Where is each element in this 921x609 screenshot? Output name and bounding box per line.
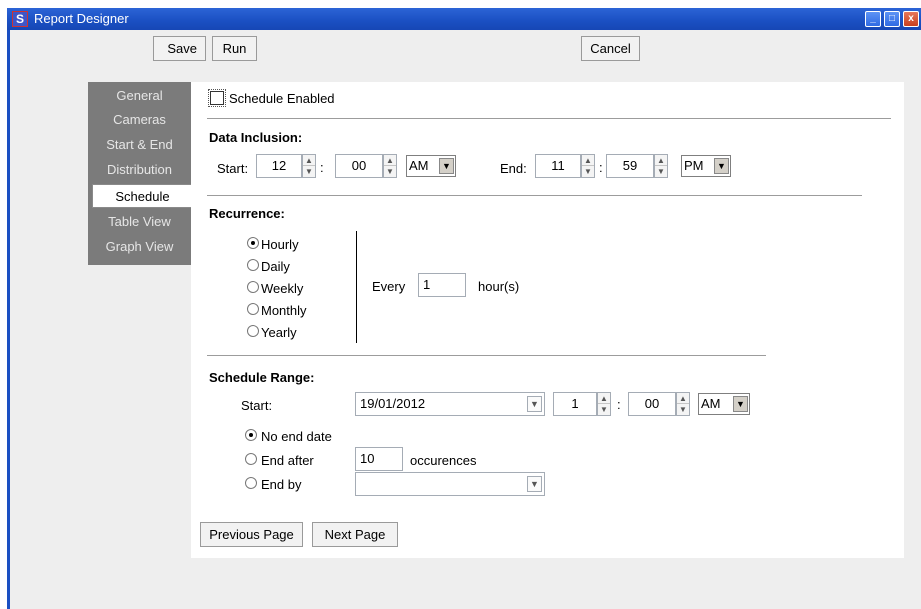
every-input[interactable]: 1 bbox=[418, 273, 466, 297]
close-button[interactable]: x bbox=[903, 11, 919, 27]
start-hour-spinner[interactable]: ▲ ▼ bbox=[302, 154, 316, 178]
recurrence-title: Recurrence: bbox=[209, 206, 285, 221]
data-inclusion-end-ampm[interactable]: PM ▼ bbox=[681, 155, 731, 177]
spin-down-icon[interactable]: ▼ bbox=[303, 166, 315, 177]
maximize-button[interactable]: □ bbox=[884, 11, 900, 27]
next-page-button[interactable]: Next Page bbox=[312, 522, 398, 547]
radio-hourly[interactable] bbox=[247, 237, 259, 249]
radio-label-end-after: End after bbox=[261, 453, 314, 468]
recurrence-separator bbox=[356, 231, 357, 343]
app-icon: S bbox=[12, 11, 28, 27]
ampm-value: AM bbox=[701, 396, 721, 411]
radio-label-daily: Daily bbox=[261, 259, 290, 274]
radio-label-weekly: Weekly bbox=[261, 281, 304, 296]
data-inclusion-end-hour[interactable]: 11 bbox=[535, 154, 581, 178]
dropdown-arrow-icon[interactable]: ▼ bbox=[527, 396, 542, 412]
dropdown-arrow-icon[interactable]: ▼ bbox=[439, 158, 454, 174]
spin-down-icon[interactable]: ▼ bbox=[384, 166, 396, 177]
radio-label-no-end-date: No end date bbox=[261, 429, 332, 444]
nav-item-table-view[interactable]: Table View bbox=[88, 210, 191, 234]
spin-down-icon[interactable]: ▼ bbox=[598, 404, 610, 415]
start-minute-spinner[interactable]: ▲ ▼ bbox=[383, 154, 397, 178]
data-inclusion-title: Data Inclusion: bbox=[209, 130, 303, 145]
nav-item-general[interactable]: General bbox=[88, 84, 191, 108]
radio-monthly[interactable] bbox=[247, 303, 259, 315]
radio-end-by[interactable] bbox=[245, 477, 257, 489]
minimize-button[interactable]: _ bbox=[865, 11, 881, 27]
window-title: Report Designer bbox=[34, 11, 129, 26]
radio-label-yearly: Yearly bbox=[261, 325, 297, 340]
radio-label-monthly: Monthly bbox=[261, 303, 307, 318]
dropdown-arrow-icon[interactable]: ▼ bbox=[527, 476, 542, 492]
schedule-range-start-hour[interactable]: 1 bbox=[553, 392, 597, 416]
dropdown-arrow-icon[interactable]: ▼ bbox=[714, 158, 729, 174]
schedule-range-start-minute[interactable]: 00 bbox=[628, 392, 676, 416]
hours-label: hour(s) bbox=[478, 279, 520, 294]
occurrences-label: occurences bbox=[410, 453, 477, 468]
dropdown-arrow-icon[interactable]: ▼ bbox=[733, 396, 748, 412]
spin-down-icon[interactable]: ▼ bbox=[655, 166, 667, 177]
start-date-value: 19/01/2012 bbox=[360, 396, 426, 411]
end-by-date-combo[interactable]: ▼ bbox=[355, 472, 545, 496]
nav-item-graph-view[interactable]: Graph View bbox=[88, 235, 191, 259]
schedule-enabled-label: Schedule Enabled bbox=[229, 91, 335, 106]
divider bbox=[207, 118, 891, 119]
run-button[interactable]: Run bbox=[212, 36, 257, 61]
every-label: Every bbox=[372, 279, 406, 294]
colon-separator: : bbox=[617, 397, 621, 412]
end-after-input[interactable]: 10 bbox=[355, 447, 403, 471]
range-hour-spinner[interactable]: ▲ ▼ bbox=[597, 392, 611, 416]
spin-up-icon[interactable]: ▲ bbox=[303, 155, 315, 166]
ampm-value: PM bbox=[684, 158, 704, 173]
data-inclusion-start-label: Start: bbox=[217, 161, 249, 176]
nav-item-cameras[interactable]: Cameras bbox=[88, 108, 191, 132]
nav-item-start-end[interactable]: Start & End bbox=[88, 133, 191, 157]
data-inclusion-end-label: End: bbox=[500, 161, 527, 176]
schedule-range-title: Schedule Range: bbox=[209, 370, 315, 385]
radio-label-end-by: End by bbox=[261, 477, 302, 492]
spin-up-icon[interactable]: ▲ bbox=[384, 155, 396, 166]
colon-separator: : bbox=[599, 160, 603, 175]
radio-daily[interactable] bbox=[247, 259, 259, 271]
divider bbox=[207, 355, 766, 356]
spin-up-icon[interactable]: ▲ bbox=[677, 393, 689, 404]
nav-item-distribution[interactable]: Distribution bbox=[88, 158, 191, 182]
spin-down-icon[interactable]: ▼ bbox=[677, 404, 689, 415]
schedule-enabled-checkbox[interactable] bbox=[208, 89, 226, 107]
nav-item-schedule[interactable]: Schedule bbox=[92, 184, 192, 208]
colon-separator: : bbox=[320, 160, 324, 175]
radio-end-after[interactable] bbox=[245, 453, 257, 465]
divider bbox=[207, 195, 862, 196]
radio-yearly[interactable] bbox=[247, 325, 259, 337]
range-minute-spinner[interactable]: ▲ ▼ bbox=[676, 392, 690, 416]
end-minute-spinner[interactable]: ▲ ▼ bbox=[654, 154, 668, 178]
spin-up-icon[interactable]: ▲ bbox=[598, 393, 610, 404]
schedule-range-start-ampm[interactable]: AM ▼ bbox=[698, 393, 750, 415]
end-hour-spinner[interactable]: ▲ ▼ bbox=[581, 154, 595, 178]
data-inclusion-start-ampm[interactable]: AM ▼ bbox=[406, 155, 456, 177]
radio-no-end-date[interactable] bbox=[245, 429, 257, 441]
schedule-range-start-label: Start: bbox=[241, 398, 273, 413]
start-date-combo[interactable]: 19/01/2012 ▼ bbox=[355, 392, 545, 416]
ampm-value: AM bbox=[409, 158, 429, 173]
cancel-button[interactable]: Cancel bbox=[581, 36, 640, 61]
radio-weekly[interactable] bbox=[247, 281, 259, 293]
save-button[interactable]: Save bbox=[153, 36, 206, 61]
data-inclusion-end-minute[interactable]: 59 bbox=[606, 154, 654, 178]
previous-page-button[interactable]: Previous Page bbox=[200, 522, 303, 547]
data-inclusion-start-minute[interactable]: 00 bbox=[335, 154, 383, 178]
spin-up-icon[interactable]: ▲ bbox=[655, 155, 667, 166]
spin-down-icon[interactable]: ▼ bbox=[582, 166, 594, 177]
radio-label-hourly: Hourly bbox=[261, 237, 299, 252]
data-inclusion-start-hour[interactable]: 12 bbox=[256, 154, 302, 178]
title-bar: S Report Designer _ □ x bbox=[7, 8, 921, 30]
spin-up-icon[interactable]: ▲ bbox=[582, 155, 594, 166]
